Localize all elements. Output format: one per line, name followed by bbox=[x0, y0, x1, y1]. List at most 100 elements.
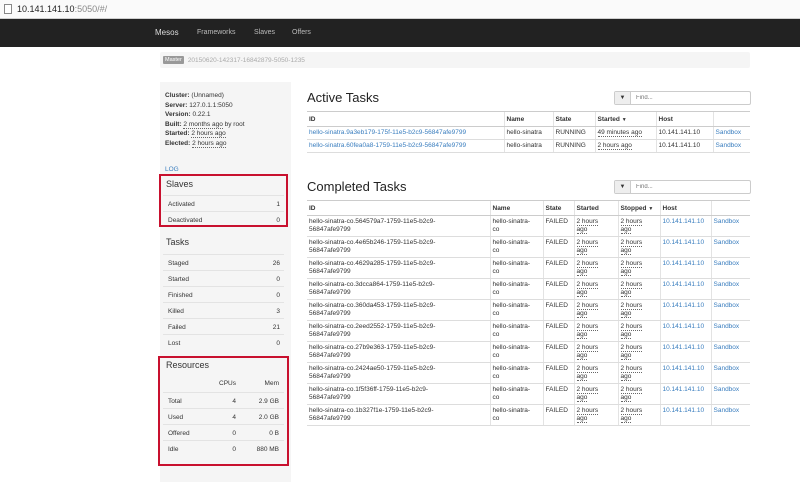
task-stopped-line2: ago bbox=[620, 394, 632, 402]
tasks-row-finished: Finished 0 bbox=[163, 286, 284, 302]
task-host: 10.141.141.10 bbox=[655, 139, 713, 153]
cluster-info: Cluster: (Unnamed) Server: 127.0.1.1:505… bbox=[165, 91, 245, 148]
col-state[interactable]: State bbox=[552, 111, 595, 127]
nav-slaves[interactable]: Slaves bbox=[254, 29, 275, 36]
task-stopped-line1: 2 hours bbox=[620, 386, 643, 394]
table-row: hello-sinatra-co.4629a285-1759-11e5-b2c9… bbox=[307, 257, 750, 279]
sandbox-link[interactable]: Sandbox bbox=[714, 260, 740, 267]
master-badge: Master bbox=[163, 56, 184, 64]
host-link[interactable]: 10.141.141.10 bbox=[663, 365, 705, 372]
host-link[interactable]: 10.141.141.10 bbox=[663, 344, 705, 351]
host-link[interactable]: 10.141.141.10 bbox=[663, 302, 705, 309]
task-started-line2: ago bbox=[576, 268, 588, 276]
col-started[interactable]: Started bbox=[573, 200, 618, 216]
stat-value: 0 bbox=[276, 276, 280, 283]
nav-frameworks[interactable]: Frameworks bbox=[197, 29, 236, 36]
sandbox-link[interactable]: Sandbox bbox=[714, 386, 740, 393]
sandbox-link[interactable]: Sandbox bbox=[714, 218, 740, 225]
task-state: FAILED bbox=[542, 341, 574, 363]
log-link[interactable]: LOG bbox=[165, 166, 179, 173]
sandbox-link[interactable]: Sandbox bbox=[714, 344, 740, 351]
task-name-line1: hello-sinatra- bbox=[492, 302, 531, 309]
sort-desc-icon: ▼ bbox=[648, 205, 654, 212]
task-stopped-line2: ago bbox=[620, 289, 632, 297]
host-link[interactable]: 10.141.141.10 bbox=[663, 281, 705, 288]
task-stopped-line1: 2 hours bbox=[620, 323, 643, 331]
stat-value: 21 bbox=[272, 324, 280, 331]
task-state: FAILED bbox=[542, 236, 574, 258]
task-id-line2: 56847afe9799 bbox=[309, 394, 351, 401]
task-started-line1: 2 hours bbox=[576, 344, 599, 352]
completed-tasks-filter: ▼ bbox=[614, 180, 751, 194]
stat-label: Failed bbox=[168, 324, 186, 331]
slaves-highlight-box bbox=[159, 174, 288, 227]
table-row: hello-sinatra-co.3dcca864-1759-11e5-b2c9… bbox=[307, 278, 750, 300]
stat-value: 0 bbox=[276, 340, 280, 347]
task-id-line2: 56847afe9799 bbox=[309, 247, 351, 254]
task-stopped-line2: ago bbox=[620, 352, 632, 360]
task-stopped-line2: ago bbox=[620, 226, 632, 234]
task-stopped-line2: ago bbox=[620, 373, 632, 381]
col-host[interactable]: Host bbox=[655, 111, 713, 127]
brand-link[interactable]: Mesos bbox=[155, 28, 179, 37]
task-stopped-line1: 2 hours bbox=[620, 344, 643, 352]
sandbox-link[interactable]: Sandbox bbox=[714, 407, 740, 414]
sandbox-link[interactable]: Sandbox bbox=[716, 142, 742, 149]
task-id-link[interactable]: hello-sinatra.9a3eb179-175f-11e5-b2c9-56… bbox=[309, 129, 466, 136]
task-id-line1: hello-sinatra-co.3dcca864-1759-11e5-b2c9… bbox=[309, 281, 435, 288]
host-link[interactable]: 10.141.141.10 bbox=[663, 239, 705, 246]
task-name-line2: co bbox=[492, 352, 500, 359]
active-tasks-search-input[interactable] bbox=[631, 92, 741, 104]
host-link[interactable]: 10.141.141.10 bbox=[663, 260, 705, 267]
col-name[interactable]: Name bbox=[503, 111, 553, 127]
completed-tasks-search-input[interactable] bbox=[631, 181, 741, 193]
sandbox-link[interactable]: Sandbox bbox=[714, 365, 740, 372]
col-id[interactable]: ID bbox=[307, 200, 490, 216]
col-state[interactable]: State bbox=[542, 200, 574, 216]
host-link[interactable]: 10.141.141.10 bbox=[663, 386, 705, 393]
task-started-line1: 2 hours bbox=[576, 218, 599, 226]
col-id[interactable]: ID bbox=[307, 111, 504, 127]
task-name-line1: hello-sinatra- bbox=[492, 365, 531, 372]
task-stopped-line1: 2 hours bbox=[620, 407, 643, 415]
task-state: FAILED bbox=[542, 278, 574, 300]
sandbox-link[interactable]: Sandbox bbox=[716, 129, 742, 136]
col-name[interactable]: Name bbox=[489, 200, 543, 216]
sandbox-link[interactable]: Sandbox bbox=[714, 281, 740, 288]
stat-label: Killed bbox=[168, 308, 184, 315]
task-stopped-line2: ago bbox=[620, 415, 632, 423]
host-link[interactable]: 10.141.141.10 bbox=[663, 323, 705, 330]
table-row: hello-sinatra-co.564579a7-1759-11e5-b2c9… bbox=[307, 215, 750, 237]
table-row: hello-sinatra-co.1f5f36ff-1759-11e5-b2c9… bbox=[307, 383, 750, 405]
filter-icon[interactable]: ▼ bbox=[615, 181, 631, 193]
elected-value: 2 hours ago bbox=[192, 139, 227, 148]
url-path: :5050/#/ bbox=[74, 4, 108, 14]
task-started-line2: ago bbox=[576, 394, 588, 402]
host-link[interactable]: 10.141.141.10 bbox=[663, 407, 705, 414]
resources-highlight-box bbox=[158, 356, 289, 466]
col-started[interactable]: Started ▼ bbox=[594, 111, 656, 127]
col-stopped[interactable]: Stopped ▼ bbox=[617, 200, 660, 216]
task-id-line1: hello-sinatra-co.360da453-1759-11e5-b2c9… bbox=[309, 302, 436, 309]
nav-offers[interactable]: Offers bbox=[292, 29, 311, 36]
col-host[interactable]: Host bbox=[659, 200, 711, 216]
task-id-link[interactable]: hello-sinatra.60fea0a8-1759-11e5-b2c9-56… bbox=[309, 142, 466, 149]
active-tasks-heading: Active Tasks bbox=[307, 90, 380, 105]
filter-icon[interactable]: ▼ bbox=[615, 92, 631, 104]
task-started-line1: 2 hours bbox=[576, 281, 599, 289]
stat-label: Lost bbox=[168, 340, 181, 347]
task-state: FAILED bbox=[542, 257, 574, 279]
tasks-row-failed: Failed 21 bbox=[163, 318, 284, 334]
cluster-value: (Unnamed) bbox=[191, 92, 224, 99]
sandbox-link[interactable]: Sandbox bbox=[714, 302, 740, 309]
task-started-line1: 2 hours bbox=[576, 260, 599, 268]
host-link[interactable]: 10.141.141.10 bbox=[663, 218, 705, 225]
tasks-row-killed: Killed 3 bbox=[163, 302, 284, 318]
address-bar[interactable]: 10.141.141.10:5050/#/ bbox=[0, 0, 800, 19]
sandbox-link[interactable]: Sandbox bbox=[714, 239, 740, 246]
task-id-line2: 56847afe9799 bbox=[309, 352, 351, 359]
sandbox-link[interactable]: Sandbox bbox=[714, 323, 740, 330]
table-row: hello-sinatra-co.2424ae50-1759-11e5-b2c9… bbox=[307, 362, 750, 384]
col-stopped-label: Stopped bbox=[620, 204, 647, 212]
cluster-label: Cluster: bbox=[165, 92, 190, 99]
